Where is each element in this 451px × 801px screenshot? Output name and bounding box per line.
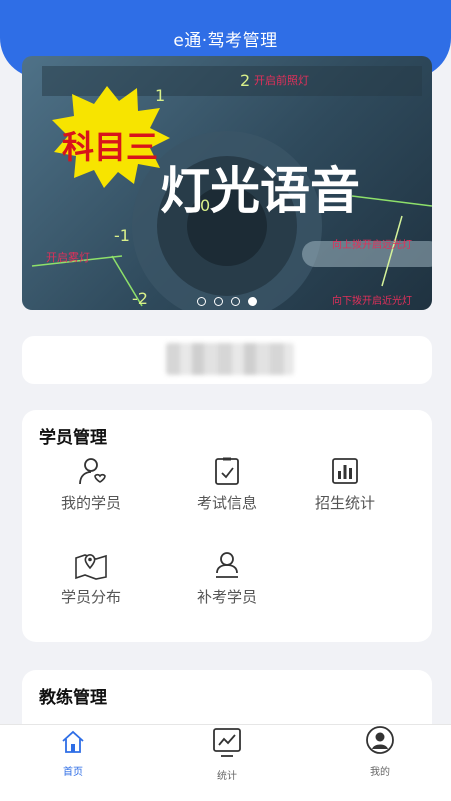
promo-banner[interactable]: 1 2 0 -1 -2 开启前照灯 开启雾灯 向上拨开启远光灯 向下拨开启近光灯… xyxy=(22,56,432,310)
home-icon xyxy=(62,730,84,753)
profile-icon xyxy=(366,726,394,754)
tab-stats[interactable]: 统计 xyxy=(177,725,277,782)
dial-number: 1 xyxy=(155,86,165,105)
user-heart-icon xyxy=(79,458,106,485)
exam-info-button[interactable]: 考试信息 xyxy=(168,456,286,513)
user-name-card xyxy=(22,336,432,384)
tab-home[interactable]: 首页 xyxy=(23,729,123,778)
overlay-label: 开启前照灯 xyxy=(254,73,309,87)
tab-label: 统计 xyxy=(217,771,237,782)
grid-label: 招生统计 xyxy=(314,494,375,512)
banner-graphic: 1 2 0 -1 -2 开启前照灯 开启雾灯 向上拨开启远光灯 向下拨开启近光灯… xyxy=(31,66,432,310)
overlay-label: 开启雾灯 xyxy=(46,251,90,264)
carousel-dot[interactable] xyxy=(197,297,206,306)
overlay-label: 向上拨开启远光灯 xyxy=(332,238,412,251)
student-management-card: 学员管理 我的学员 考试信息 招生统计 学员分布 补考学员 xyxy=(22,410,432,642)
resit-students-button[interactable]: 补考学员 xyxy=(168,550,286,607)
map-pin-icon xyxy=(75,554,107,580)
carousel-dot[interactable] xyxy=(214,297,223,306)
badge-text: 科目三 xyxy=(62,128,158,166)
my-students-button[interactable]: 我的学员 xyxy=(32,456,150,513)
dial-number: 2 xyxy=(240,71,250,90)
app-title: e通·驾考管理 xyxy=(173,31,278,51)
clipboard-check-icon xyxy=(215,457,239,485)
enrollment-stats-button[interactable]: 招生统计 xyxy=(286,456,404,513)
section-title: 学员管理 xyxy=(39,428,107,448)
chart-monitor-icon xyxy=(213,728,241,757)
tab-label: 我的 xyxy=(370,767,390,778)
carousel-dot[interactable] xyxy=(231,297,240,306)
carousel-dots xyxy=(22,297,432,306)
grid-label: 考试信息 xyxy=(196,494,257,512)
bottom-tab-bar: 首页 统计 我的 xyxy=(0,724,451,801)
student-distribution-button[interactable]: 学员分布 xyxy=(32,550,150,607)
grid-label: 学员分布 xyxy=(60,588,121,606)
section-title: 教练管理 xyxy=(39,688,107,708)
grid-label: 我的学员 xyxy=(60,494,121,512)
grid-label: 补考学员 xyxy=(196,588,257,606)
banner-headline: 灯光语音 xyxy=(160,162,360,220)
tab-label: 首页 xyxy=(63,767,83,778)
dial-number: -1 xyxy=(114,226,130,245)
blurred-name xyxy=(166,343,294,375)
bar-chart-icon xyxy=(332,458,358,484)
user-id-icon xyxy=(216,552,238,578)
carousel-dot-active[interactable] xyxy=(248,297,257,306)
tab-profile[interactable]: 我的 xyxy=(330,725,430,778)
